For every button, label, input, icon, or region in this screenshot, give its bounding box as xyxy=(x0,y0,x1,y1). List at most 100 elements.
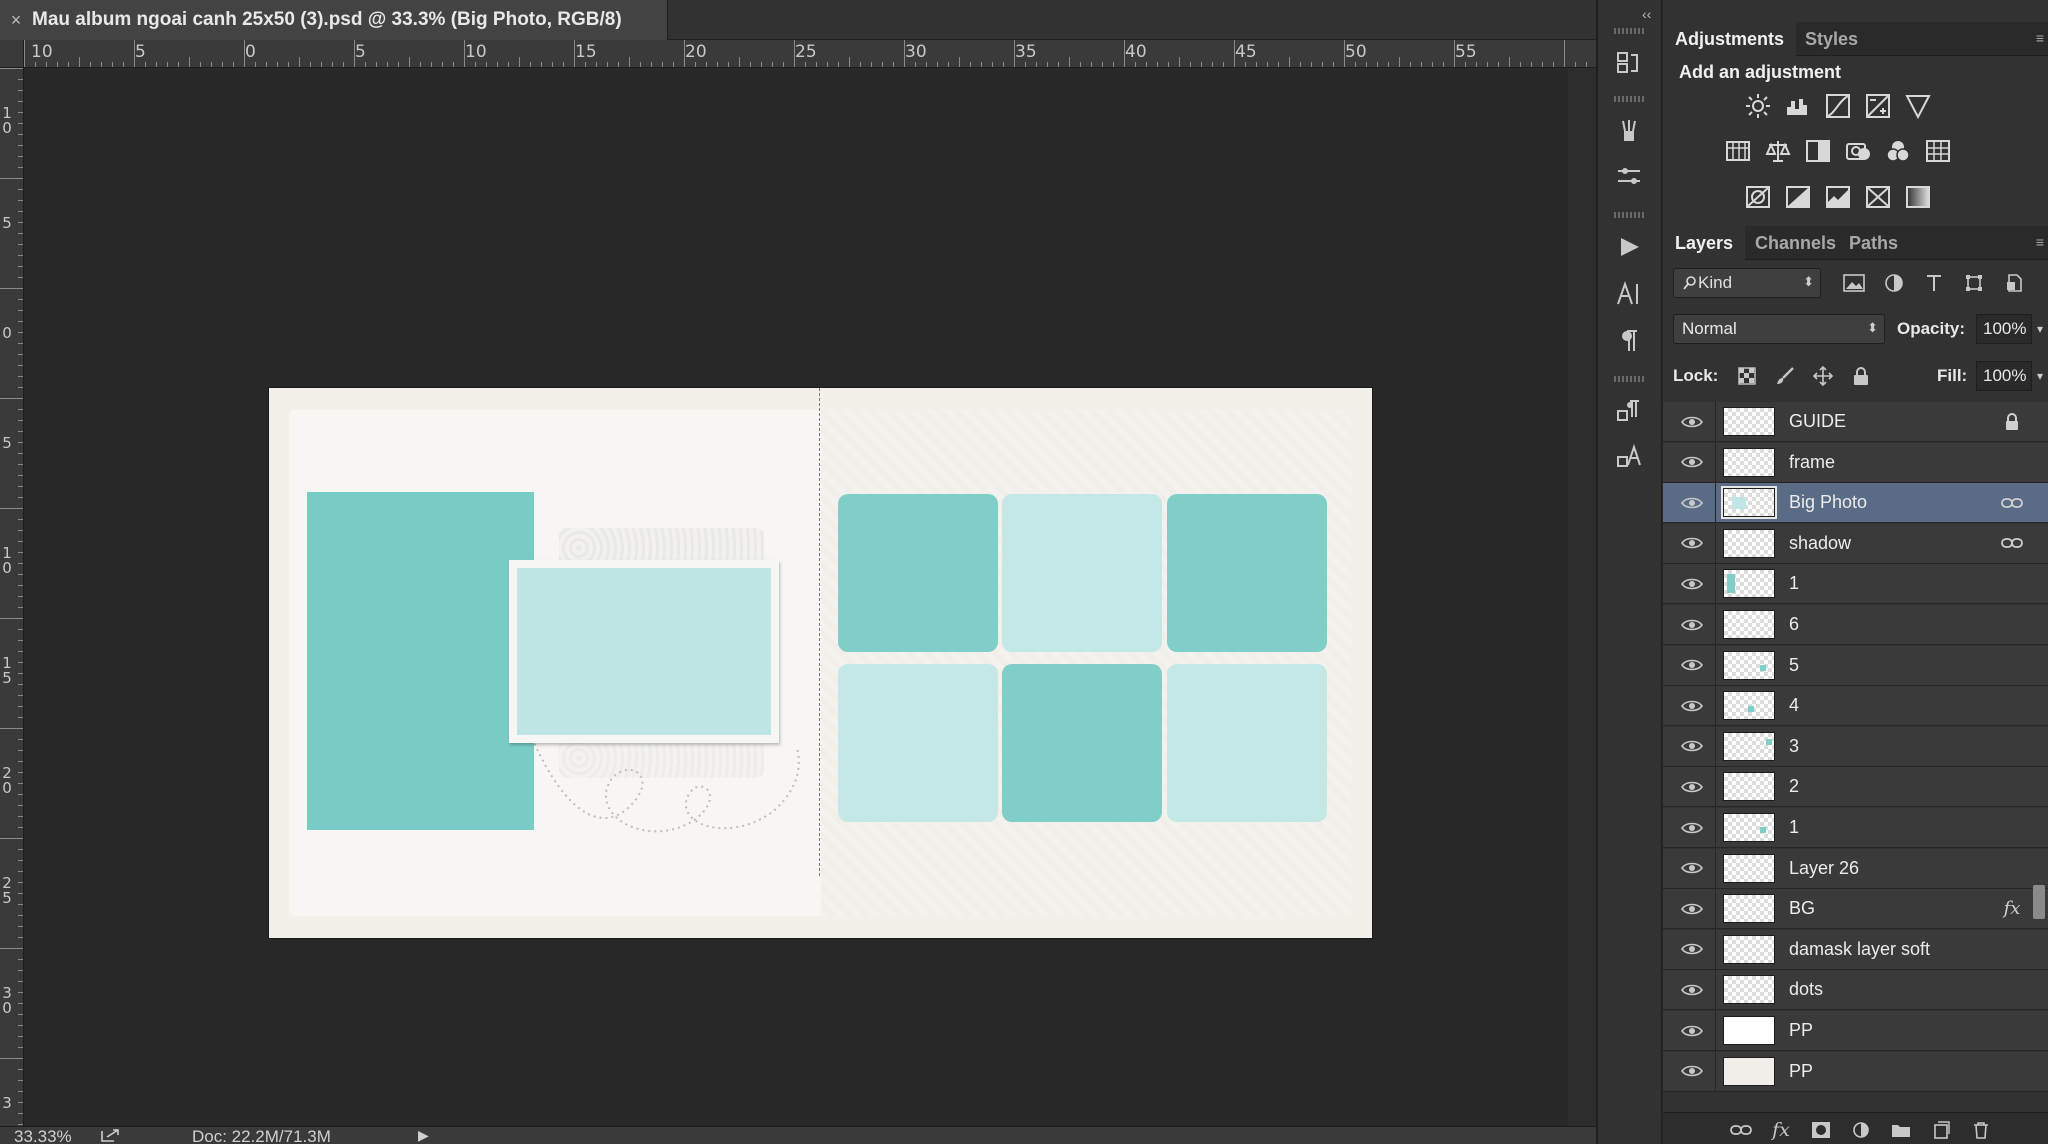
visibility-eye-icon[interactable] xyxy=(1677,970,1707,1010)
layer-thumbnail[interactable] xyxy=(1723,650,1775,680)
layer-thumbnail[interactable] xyxy=(1723,975,1775,1005)
layer-thumbnail[interactable] xyxy=(1723,447,1775,477)
layer-lock-icon[interactable] xyxy=(1997,402,2027,442)
photo-tile-2[interactable] xyxy=(1002,494,1162,652)
photo-filter-icon[interactable] xyxy=(1843,136,1873,166)
layer-row[interactable]: 4 xyxy=(1663,686,2048,727)
gradient-map-icon[interactable] xyxy=(1903,182,1933,212)
visibility-eye-icon[interactable] xyxy=(1677,645,1707,685)
lock-all-icon[interactable] xyxy=(1847,362,1875,390)
new-group-folder-icon[interactable] xyxy=(1887,1117,1915,1143)
visibility-eye-icon[interactable] xyxy=(1677,929,1707,969)
posterize-icon[interactable] xyxy=(1783,182,1813,212)
channel-mixer-icon[interactable] xyxy=(1883,136,1913,166)
dock-grip[interactable] xyxy=(1614,96,1644,102)
visibility-eye-icon[interactable] xyxy=(1677,848,1707,888)
photo-tile-6[interactable] xyxy=(1167,664,1327,822)
layer-thumbnail[interactable] xyxy=(1723,853,1775,883)
layer-row[interactable]: GUIDE xyxy=(1663,402,2048,442)
layer-effects-icon[interactable]: fx xyxy=(1997,889,2027,929)
new-adjustment-layer-icon[interactable] xyxy=(1847,1117,1875,1143)
layer-row[interactable]: PP xyxy=(1663,1051,2048,1092)
layer-row[interactable]: BG fx xyxy=(1663,889,2048,930)
layer-row[interactable]: Layer 26 xyxy=(1663,848,2048,889)
visibility-eye-icon[interactable] xyxy=(1677,767,1707,807)
fill-input[interactable]: 100% xyxy=(1976,361,2032,391)
ruler-corner[interactable] xyxy=(0,40,24,68)
visibility-eye-icon[interactable] xyxy=(1677,1051,1707,1091)
lock-position-icon[interactable] xyxy=(1809,362,1837,390)
layer-row[interactable]: 5 xyxy=(1663,645,2048,686)
tab-layers[interactable]: Layers xyxy=(1663,226,1746,260)
visibility-eye-icon[interactable] xyxy=(1677,442,1707,482)
visibility-eye-icon[interactable] xyxy=(1677,483,1707,523)
character-icon[interactable] xyxy=(1612,277,1646,311)
paragraph-styles-icon[interactable] xyxy=(1612,394,1646,428)
tab-styles[interactable]: Styles xyxy=(1793,22,1870,56)
dock-grip[interactable] xyxy=(1614,28,1644,34)
visibility-eye-icon[interactable] xyxy=(1677,808,1707,848)
fill-dropdown-icon[interactable]: ▾ xyxy=(2037,369,2043,383)
visibility-eye-icon[interactable] xyxy=(1677,726,1707,766)
layer-thumbnail[interactable] xyxy=(1723,610,1775,639)
actions-play-icon[interactable] xyxy=(1612,230,1646,264)
layer-thumbnail[interactable] xyxy=(1723,1056,1775,1086)
layer-link-icon[interactable] xyxy=(1997,523,2027,563)
layer-row[interactable]: 6 xyxy=(1663,605,2048,645)
new-layer-icon[interactable] xyxy=(1927,1117,1955,1143)
layer-filter-kind-select[interactable]: Kind ⬍ xyxy=(1673,268,1821,298)
layer-thumbnail[interactable] xyxy=(1723,934,1775,964)
layer-thumbnail[interactable] xyxy=(1723,1016,1775,1045)
share-icon[interactable] xyxy=(100,1127,122,1143)
photo-tile-1[interactable] xyxy=(838,494,998,652)
color-balance-icon[interactable] xyxy=(1763,136,1793,166)
layer-row[interactable]: 1 xyxy=(1663,564,2048,605)
hue-saturation-icon[interactable] xyxy=(1723,136,1753,166)
brush-settings-icon[interactable] xyxy=(1612,160,1646,194)
small-photo-frame[interactable] xyxy=(509,560,779,743)
panel-menu-icon[interactable]: ≡ xyxy=(2036,30,2044,46)
layer-link-icon[interactable] xyxy=(1997,483,2027,523)
small-photo-placeholder[interactable] xyxy=(517,568,771,735)
layer-thumbnail[interactable] xyxy=(1721,486,1777,520)
levels-icon[interactable] xyxy=(1783,91,1813,121)
layer-thumbnail[interactable] xyxy=(1723,691,1775,721)
photo-tile-3[interactable] xyxy=(1167,494,1327,652)
history-icon[interactable] xyxy=(1612,46,1646,80)
filter-adjustment-layers-icon[interactable] xyxy=(1879,268,1909,298)
canvas-area[interactable] xyxy=(24,68,1596,1126)
dock-grip[interactable] xyxy=(1614,212,1644,218)
character-styles-icon[interactable] xyxy=(1612,440,1646,474)
tab-adjustments[interactable]: Adjustments xyxy=(1663,22,1797,56)
big-photo-placeholder[interactable] xyxy=(307,492,534,830)
brush-presets-icon[interactable] xyxy=(1612,114,1646,148)
visibility-eye-icon[interactable] xyxy=(1677,402,1707,442)
visibility-eye-icon[interactable] xyxy=(1677,1011,1707,1051)
canvas-vertical-scrollbar[interactable] xyxy=(1568,68,1596,1126)
visibility-eye-icon[interactable] xyxy=(1677,889,1707,929)
layer-thumbnail[interactable] xyxy=(1723,813,1775,842)
opacity-dropdown-icon[interactable]: ▾ xyxy=(2037,322,2043,336)
status-menu-arrow-icon[interactable]: ▶ xyxy=(418,1127,429,1144)
collapse-dock-icon[interactable]: ‹‹ xyxy=(1642,6,1651,22)
opacity-input[interactable]: 100% xyxy=(1976,314,2032,344)
dock-grip[interactable] xyxy=(1614,376,1644,382)
photo-tile-4[interactable] xyxy=(838,664,998,822)
tab-channels[interactable]: Channels xyxy=(1743,226,1848,260)
layer-row[interactable]: 1 xyxy=(1663,808,2048,848)
paragraph-icon[interactable] xyxy=(1612,324,1646,358)
layer-row[interactable]: 2 xyxy=(1663,767,2048,808)
document-tab[interactable]: × Mau album ngoai canh 25x50 (3).psd @ 3… xyxy=(0,0,668,40)
exposure-icon[interactable] xyxy=(1863,91,1893,121)
layer-thumbnail[interactable] xyxy=(1723,569,1775,599)
blend-mode-select[interactable]: Normal ⬍ xyxy=(1673,314,1885,344)
layer-row[interactable]: shadow xyxy=(1663,523,2048,564)
visibility-eye-icon[interactable] xyxy=(1677,686,1707,726)
layers-list[interactable]: GUIDE frame Big Photo shadow 1 6 5 4 3 2 1 Layer 26… xyxy=(1663,402,2048,1092)
layer-row[interactable]: frame xyxy=(1663,442,2048,483)
photo-tile-5[interactable] xyxy=(1002,664,1162,822)
document-canvas[interactable] xyxy=(269,388,1372,938)
zoom-level[interactable]: 33.33% xyxy=(14,1127,72,1144)
layer-row[interactable]: damask layer soft xyxy=(1663,929,2048,970)
color-lookup-icon[interactable] xyxy=(1923,136,1953,166)
